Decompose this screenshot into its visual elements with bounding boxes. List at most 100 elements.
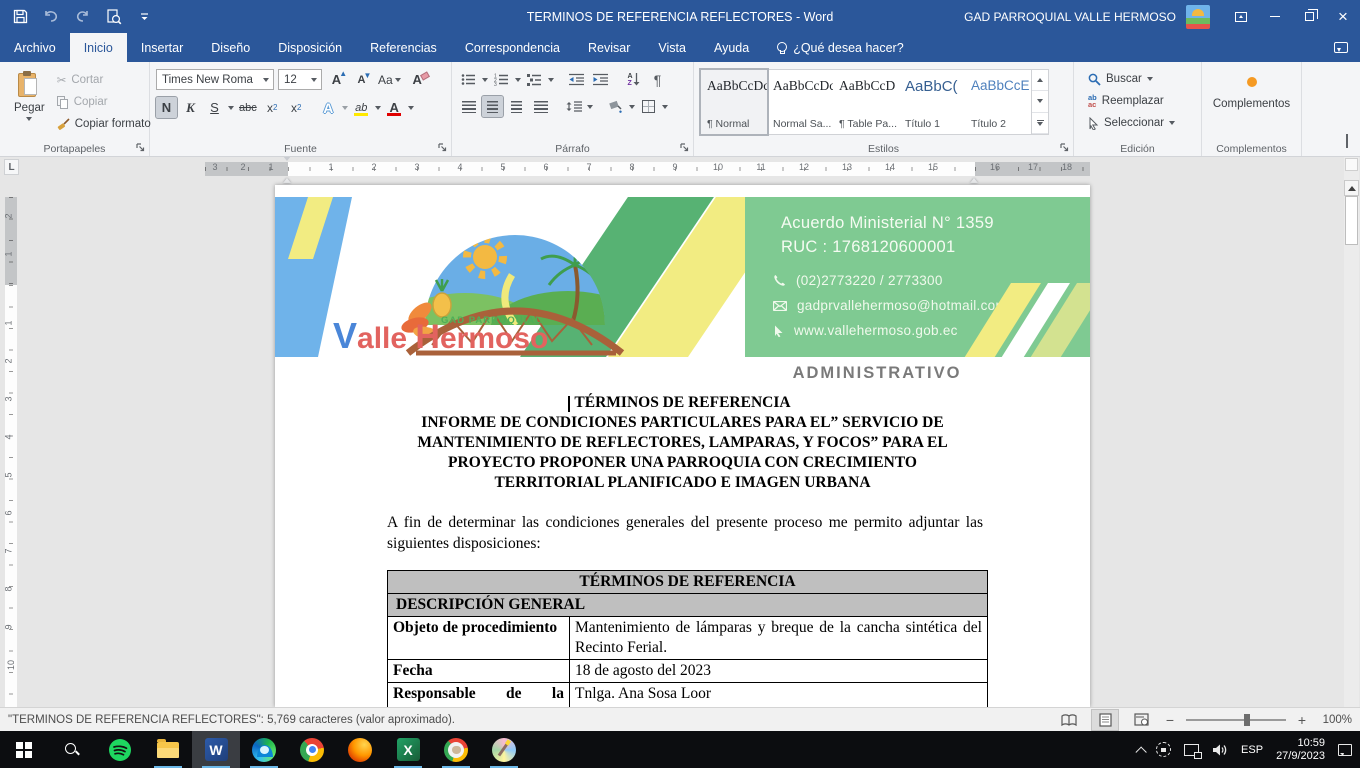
bullets-button[interactable] bbox=[458, 69, 479, 90]
tab-vista[interactable]: Vista bbox=[644, 33, 700, 62]
redo-icon[interactable] bbox=[74, 8, 91, 25]
show-paragraph-marks-button[interactable]: ¶ bbox=[647, 69, 668, 90]
underline-button[interactable]: S bbox=[204, 97, 225, 118]
replace-button[interactable]: abac Reemplazar bbox=[1084, 90, 1195, 112]
restore-button[interactable] bbox=[1292, 0, 1326, 33]
horizontal-ruler[interactable]: 3 2 1 1 2 3 4 5 6 7 8 9 10 11 12 13 14 1… bbox=[205, 161, 1090, 177]
read-mode-button[interactable] bbox=[1056, 710, 1082, 730]
taskbar-excel[interactable]: X bbox=[384, 731, 432, 768]
cut-button[interactable]: ✂ Cortar bbox=[53, 69, 155, 91]
font-color-dropdown-arrow[interactable] bbox=[408, 106, 414, 110]
tab-correspondencia[interactable]: Correspondencia bbox=[451, 33, 574, 62]
underline-dropdown-arrow[interactable] bbox=[228, 106, 234, 110]
multilevel-list-button[interactable] bbox=[524, 69, 545, 90]
minimize-button[interactable] bbox=[1258, 0, 1292, 33]
select-dropdown-arrow[interactable] bbox=[1169, 121, 1175, 125]
shading-dropdown-arrow[interactable] bbox=[629, 105, 635, 109]
zoom-out-button[interactable]: − bbox=[1164, 712, 1176, 728]
bullets-dropdown-arrow[interactable] bbox=[482, 78, 488, 82]
tab-ayuda[interactable]: Ayuda bbox=[700, 33, 763, 62]
shrink-font-button[interactable]: A▼ bbox=[351, 69, 372, 90]
font-size-combo[interactable]: 12 bbox=[278, 69, 322, 90]
font-color-button[interactable]: A bbox=[384, 97, 405, 118]
line-spacing-dropdown-arrow[interactable] bbox=[587, 105, 593, 109]
style-titulo-1[interactable]: AaBbC( Título 1 bbox=[899, 70, 965, 134]
tab-diseno[interactable]: Diseño bbox=[197, 33, 264, 62]
start-button[interactable] bbox=[0, 731, 48, 768]
taskbar-paint3d[interactable] bbox=[480, 731, 528, 768]
print-preview-icon[interactable] bbox=[105, 8, 122, 25]
format-painter-button[interactable]: Copiar formato bbox=[53, 113, 155, 135]
addins-button[interactable]: Complementos bbox=[1208, 67, 1295, 137]
tab-disposicion[interactable]: Disposición bbox=[264, 33, 356, 62]
text-effects-dropdown-arrow[interactable] bbox=[342, 106, 348, 110]
copy-button[interactable]: Copiar bbox=[53, 91, 155, 113]
tab-inicio[interactable]: Inicio bbox=[70, 33, 127, 62]
find-button[interactable]: Buscar bbox=[1084, 68, 1195, 90]
vertical-ruler[interactable]: 2 1 1 2 3 4 5 6 7 8 9 10 bbox=[5, 197, 17, 707]
network-icon[interactable] bbox=[1184, 744, 1199, 756]
style-titulo-2[interactable]: AaBbCcE Título 2 bbox=[965, 70, 1031, 134]
save-icon[interactable] bbox=[12, 8, 29, 25]
tray-chevron-icon[interactable] bbox=[1136, 746, 1147, 757]
account-name[interactable]: GAD PARROQUIAL VALLE HERMOSO bbox=[964, 10, 1176, 24]
superscript-button[interactable]: x2 bbox=[286, 97, 307, 118]
taskbar-word[interactable]: W bbox=[192, 731, 240, 768]
tab-insertar[interactable]: Insertar bbox=[127, 33, 197, 62]
document-page[interactable]: Valle HGAD PARROQUIALermoso Acuerdo Mini… bbox=[275, 185, 1090, 707]
paste-button[interactable]: Pegar bbox=[6, 67, 53, 137]
tab-stop-selector[interactable]: L bbox=[4, 159, 19, 175]
zoom-slider-thumb[interactable] bbox=[1244, 714, 1250, 726]
tab-revisar[interactable]: Revisar bbox=[574, 33, 644, 62]
collapse-ribbon-button[interactable] bbox=[1346, 136, 1348, 148]
zoom-level[interactable]: 100% bbox=[1318, 714, 1352, 726]
style-table-pa[interactable]: AaBbCcD ¶ Table Pa... bbox=[833, 70, 899, 134]
justify-button[interactable] bbox=[530, 96, 551, 117]
multilevel-dropdown-arrow[interactable] bbox=[548, 78, 554, 82]
borders-button[interactable] bbox=[638, 96, 659, 117]
tab-archivo[interactable]: Archivo bbox=[0, 33, 70, 62]
styles-gallery-expand[interactable] bbox=[1032, 113, 1048, 134]
action-center-icon[interactable] bbox=[1338, 744, 1352, 756]
change-case-button[interactable]: Aa bbox=[376, 69, 403, 90]
increase-indent-button[interactable] bbox=[590, 69, 611, 90]
clear-formatting-button[interactable]: A bbox=[407, 69, 428, 90]
comments-icon[interactable] bbox=[1334, 42, 1348, 53]
undo-icon[interactable] bbox=[43, 8, 60, 25]
vertical-scrollbar[interactable] bbox=[1344, 157, 1359, 707]
clock[interactable]: 10:59 27/9/2023 bbox=[1276, 737, 1325, 763]
ribbon-display-options-button[interactable] bbox=[1224, 0, 1258, 33]
highlight-dropdown-arrow[interactable] bbox=[375, 106, 381, 110]
style-normal-sa[interactable]: AaBbCcDc Normal Sa... bbox=[767, 70, 833, 134]
paste-dropdown-arrow[interactable] bbox=[26, 117, 32, 121]
hanging-indent-marker[interactable] bbox=[283, 168, 291, 178]
align-left-button[interactable] bbox=[458, 96, 479, 117]
taskbar-edge[interactable] bbox=[240, 731, 288, 768]
italic-button[interactable]: K bbox=[180, 97, 201, 118]
tell-me-box[interactable]: ¿Qué desea hacer? bbox=[763, 33, 916, 62]
tab-referencias[interactable]: Referencias bbox=[356, 33, 451, 62]
taskbar-browser-profile[interactable] bbox=[432, 731, 480, 768]
styles-scroll-down[interactable] bbox=[1032, 91, 1048, 112]
account-avatar[interactable] bbox=[1186, 5, 1210, 29]
shading-button[interactable] bbox=[605, 96, 626, 117]
select-button[interactable]: Seleccionar bbox=[1084, 112, 1195, 134]
bold-button[interactable]: N bbox=[156, 97, 177, 118]
taskbar-chrome[interactable] bbox=[288, 731, 336, 768]
highlight-button[interactable]: ab bbox=[351, 97, 372, 118]
taskbar-spotify[interactable] bbox=[96, 731, 144, 768]
close-button[interactable]: × bbox=[1326, 0, 1360, 33]
ruler-toggle-button[interactable] bbox=[1345, 158, 1358, 171]
word-count-status[interactable]: "TERMINOS DE REFERENCIA REFLECTORES": 5,… bbox=[8, 714, 455, 726]
text-effects-button[interactable]: A bbox=[318, 97, 339, 118]
customize-qat-icon[interactable] bbox=[136, 8, 153, 25]
web-layout-button[interactable] bbox=[1128, 710, 1154, 730]
zoom-in-button[interactable]: + bbox=[1296, 712, 1308, 728]
taskbar-firefox[interactable] bbox=[336, 731, 384, 768]
align-right-button[interactable] bbox=[506, 96, 527, 117]
find-dropdown-arrow[interactable] bbox=[1147, 77, 1153, 81]
sort-button[interactable]: AZ bbox=[623, 69, 644, 90]
grow-font-button[interactable]: A▲ bbox=[326, 69, 347, 90]
numbering-button[interactable]: 123 bbox=[491, 69, 512, 90]
print-layout-button[interactable] bbox=[1092, 710, 1118, 730]
